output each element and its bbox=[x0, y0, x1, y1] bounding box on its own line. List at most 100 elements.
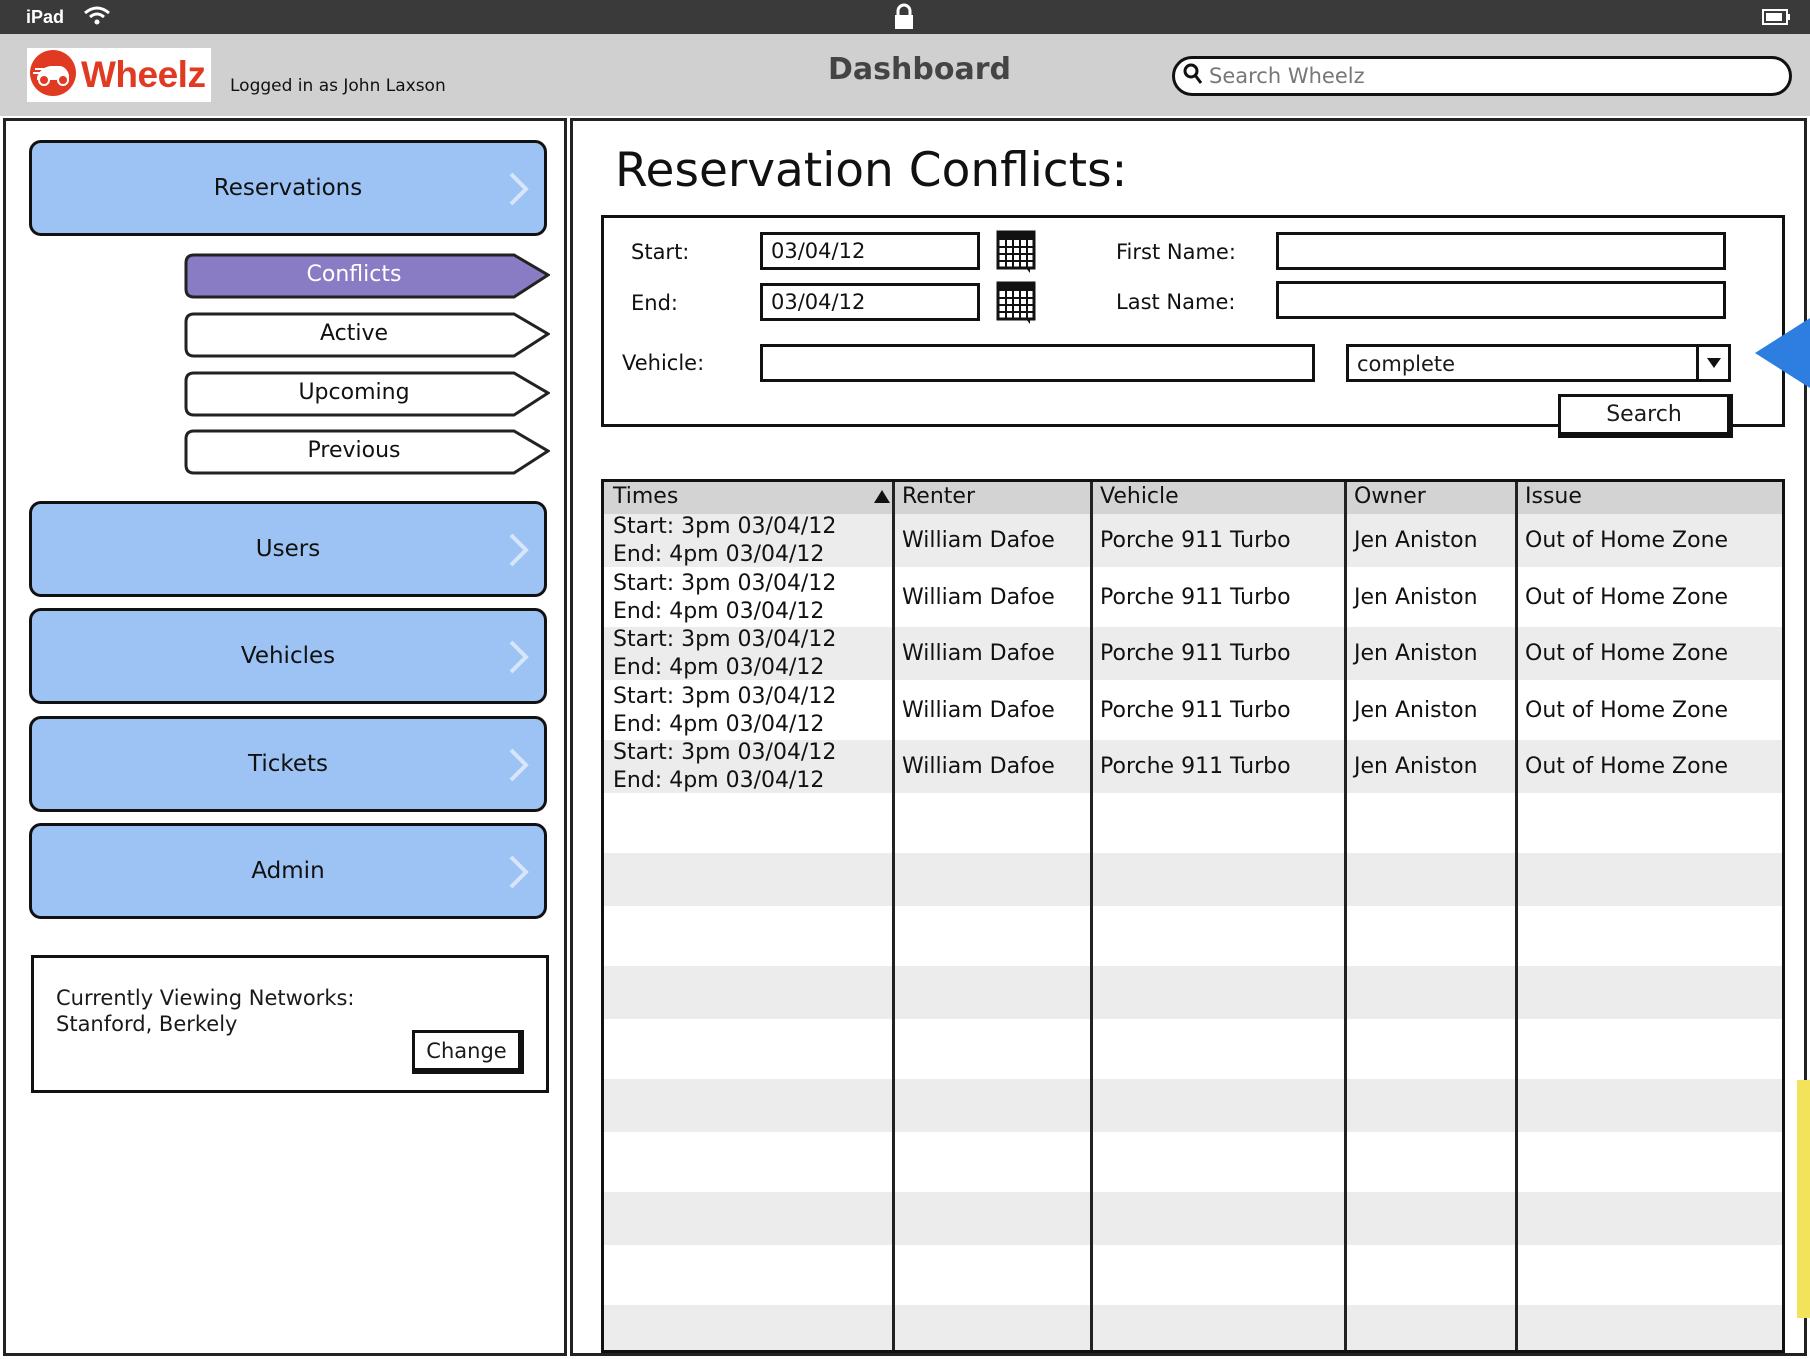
row-issue: Out of Home Zone bbox=[1525, 585, 1729, 610]
nav-admin-button[interactable]: Admin bbox=[29, 823, 547, 919]
subtab-previous[interactable]: Previous bbox=[184, 429, 550, 475]
conflicts-table: Times Renter Vehicle Owner Issue Start: … bbox=[601, 479, 1785, 1353]
column-header-renter[interactable]: Renter bbox=[902, 484, 975, 509]
annotation-arrow-icon bbox=[1755, 318, 1810, 392]
start-label: Start: bbox=[631, 240, 690, 264]
end-date-input[interactable]: 03/04/12 bbox=[760, 283, 980, 321]
chevron-right-icon bbox=[508, 532, 530, 574]
global-search-input[interactable] bbox=[1209, 64, 1769, 88]
nav-users-button[interactable]: Users bbox=[29, 501, 547, 597]
start-date-input[interactable]: 03/04/12 bbox=[760, 232, 980, 270]
table-row-bg bbox=[604, 966, 1782, 1019]
device-name: iPad bbox=[26, 7, 65, 27]
status-dropdown[interactable]: complete bbox=[1346, 344, 1731, 382]
row-renter: William Dafoe bbox=[902, 528, 1055, 553]
search-button[interactable]: Search bbox=[1558, 394, 1733, 438]
row-issue: Out of Home Zone bbox=[1525, 641, 1729, 666]
row-vehicle: Porche 911 Turbo bbox=[1100, 754, 1291, 779]
nav-reservations-button[interactable]: Reservations bbox=[29, 140, 547, 236]
main-content: Reservation Conflicts: Start: 03/04/12 F… bbox=[570, 118, 1807, 1356]
vehicle-label: Vehicle: bbox=[622, 351, 705, 375]
app-header: Wheelz Logged in as John Laxson Dashboar… bbox=[0, 34, 1810, 116]
last-name-label: Last Name: bbox=[1116, 290, 1236, 314]
last-name-input[interactable] bbox=[1276, 281, 1726, 319]
row-renter: William Dafoe bbox=[902, 641, 1055, 666]
table-row-bg bbox=[604, 853, 1782, 906]
search-icon bbox=[1183, 63, 1203, 89]
section-title: Reservation Conflicts: bbox=[615, 143, 1128, 198]
row-owner: Jen Aniston bbox=[1354, 698, 1478, 723]
chevron-right-icon bbox=[508, 854, 530, 896]
table-row-bg bbox=[604, 1079, 1782, 1132]
calendar-icon[interactable] bbox=[996, 230, 1038, 273]
highlight-marker bbox=[1797, 1080, 1810, 1318]
networks-label: Currently Viewing Networks: bbox=[56, 986, 355, 1010]
row-owner: Jen Aniston bbox=[1354, 754, 1478, 779]
nav-label: Admin bbox=[251, 858, 325, 884]
filter-form: Start: 03/04/12 First Name: End: 03/04/1… bbox=[601, 215, 1785, 438]
row-vehicle: Porche 911 Turbo bbox=[1100, 698, 1291, 723]
subtab-active[interactable]: Active bbox=[184, 312, 550, 358]
row-end-time: End: 4pm 03/04/12 bbox=[613, 599, 825, 624]
subtab-label: Upcoming bbox=[298, 380, 410, 405]
chevron-right-icon bbox=[508, 639, 530, 681]
sort-ascending-icon[interactable] bbox=[874, 490, 890, 503]
status-bar: iPad bbox=[0, 0, 1810, 34]
nav-label: Reservations bbox=[213, 175, 363, 201]
row-start-time: Start: 3pm 03/04/12 bbox=[613, 684, 837, 709]
row-issue: Out of Home Zone bbox=[1525, 754, 1729, 779]
subtab-label: Previous bbox=[307, 438, 401, 463]
row-start-time: Start: 3pm 03/04/12 bbox=[613, 627, 837, 652]
page-title: Dashboard bbox=[828, 52, 1011, 87]
nav-tickets-button[interactable]: Tickets bbox=[29, 716, 547, 812]
sidebar: Reservations Conflicts Active Upcoming P… bbox=[3, 118, 567, 1356]
subtab-label: Conflicts bbox=[306, 262, 402, 287]
table-header bbox=[604, 482, 1782, 514]
row-renter: William Dafoe bbox=[902, 585, 1055, 610]
column-header-issue[interactable]: Issue bbox=[1525, 484, 1582, 509]
column-header-owner[interactable]: Owner bbox=[1354, 484, 1426, 509]
column-divider bbox=[1090, 482, 1093, 1350]
subtab-conflicts[interactable]: Conflicts bbox=[184, 253, 550, 299]
row-end-time: End: 4pm 03/04/12 bbox=[613, 768, 825, 793]
nav-label: Users bbox=[255, 536, 321, 562]
networks-panel: Currently Viewing Networks: Stanford, Be… bbox=[31, 955, 549, 1093]
wifi-icon bbox=[82, 4, 112, 30]
row-vehicle: Porche 911 Turbo bbox=[1100, 641, 1291, 666]
row-end-time: End: 4pm 03/04/12 bbox=[613, 542, 825, 567]
subtab-upcoming[interactable]: Upcoming bbox=[184, 371, 550, 417]
status-selected-value: complete bbox=[1357, 352, 1456, 376]
row-owner: Jen Aniston bbox=[1354, 641, 1478, 666]
wheelz-logo[interactable]: Wheelz bbox=[27, 48, 211, 102]
column-header-times[interactable]: Times bbox=[613, 484, 678, 509]
vehicle-input[interactable] bbox=[760, 344, 1315, 382]
chevron-right-icon bbox=[508, 171, 530, 213]
subtab-label: Active bbox=[319, 321, 389, 346]
row-vehicle: Porche 911 Turbo bbox=[1100, 585, 1291, 610]
row-start-time: Start: 3pm 03/04/12 bbox=[613, 740, 837, 765]
nav-label: Vehicles bbox=[240, 643, 336, 669]
column-divider bbox=[1515, 482, 1518, 1350]
row-start-time: Start: 3pm 03/04/12 bbox=[613, 514, 837, 539]
car-logo-icon bbox=[29, 49, 77, 101]
row-vehicle: Porche 911 Turbo bbox=[1100, 528, 1291, 553]
lock-icon bbox=[893, 3, 915, 35]
networks-value: Stanford, Berkely bbox=[56, 1012, 238, 1036]
chevron-down-icon[interactable] bbox=[1696, 347, 1728, 379]
row-end-time: End: 4pm 03/04/12 bbox=[613, 655, 825, 680]
row-start-time: Start: 3pm 03/04/12 bbox=[613, 571, 837, 596]
chevron-right-icon bbox=[508, 747, 530, 789]
row-issue: Out of Home Zone bbox=[1525, 528, 1729, 553]
row-renter: William Dafoe bbox=[902, 754, 1055, 779]
column-header-vehicle[interactable]: Vehicle bbox=[1100, 484, 1179, 509]
row-owner: Jen Aniston bbox=[1354, 528, 1478, 553]
nav-vehicles-button[interactable]: Vehicles bbox=[29, 608, 547, 704]
row-owner: Jen Aniston bbox=[1354, 585, 1478, 610]
table-row-bg bbox=[604, 1192, 1782, 1245]
first-name-input[interactable] bbox=[1276, 232, 1726, 270]
calendar-icon[interactable] bbox=[996, 281, 1038, 324]
change-networks-button[interactable]: Change bbox=[412, 1030, 524, 1074]
nav-label: Tickets bbox=[247, 751, 329, 777]
global-search[interactable] bbox=[1172, 56, 1792, 96]
row-renter: William Dafoe bbox=[902, 698, 1055, 723]
